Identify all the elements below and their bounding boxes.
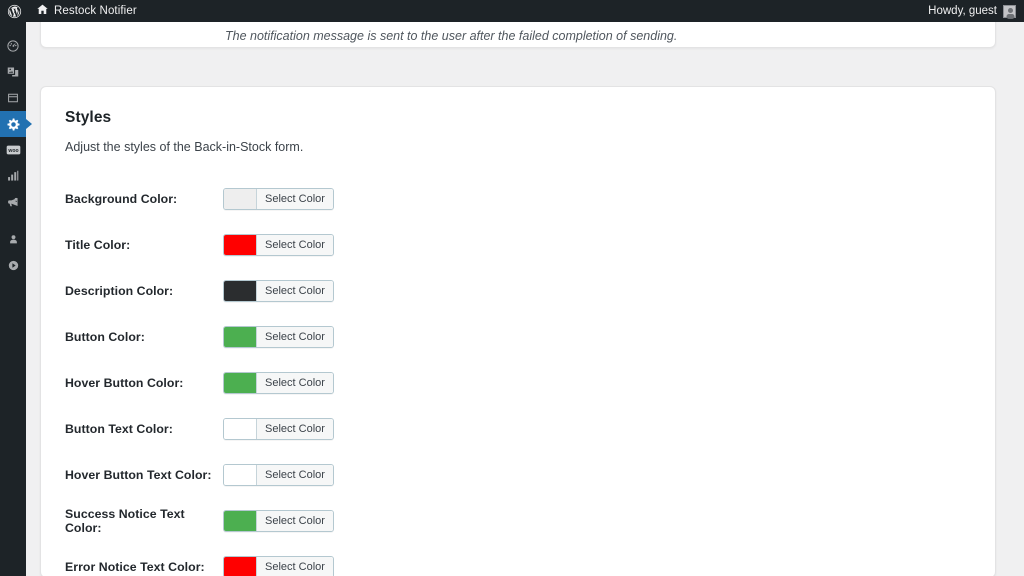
analytics-bar-chart-icon: [6, 169, 20, 183]
greeting-label: Howdy, guest: [928, 5, 997, 17]
media-icon: [6, 65, 20, 79]
site-name-menu[interactable]: Restock Notifier: [29, 0, 144, 22]
color-field-label: Hover Button Color:: [65, 376, 184, 390]
color-field-label: Hover Button Text Color:: [65, 468, 212, 482]
sidebar-item-woocommerce[interactable]: woo: [0, 137, 26, 163]
sidebar-item-marketing[interactable]: [0, 189, 26, 215]
select-color-label: Select Color: [257, 235, 333, 255]
sidebar-item-analytics[interactable]: [0, 163, 26, 189]
color-field-label: Background Color:: [65, 192, 178, 206]
color-swatch[interactable]: [224, 235, 257, 255]
page-content: The notification message is sent to the …: [26, 22, 1024, 576]
color-field-row: Button Color: Select Color: [65, 314, 971, 360]
sidebar-item-pages[interactable]: [0, 85, 26, 111]
admin-screen: Restock Notifier Howdy, guest woo The no…: [0, 0, 1024, 576]
color-field-label: Title Color:: [65, 238, 131, 252]
sidebar-item-dashboard[interactable]: [0, 33, 26, 59]
admin-sidebar-menu: woo: [0, 22, 32, 576]
select-color-label: Select Color: [257, 281, 333, 301]
my-account-menu[interactable]: Howdy, guest: [928, 4, 1024, 18]
select-color-button[interactable]: Select Color: [223, 510, 334, 532]
avatar: [1003, 4, 1016, 18]
color-field-row: Description Color: Select Color: [65, 268, 971, 314]
select-color-button[interactable]: Select Color: [223, 188, 334, 210]
select-color-button[interactable]: Select Color: [223, 234, 334, 256]
color-swatch[interactable]: [224, 419, 257, 439]
color-field-label: Button Color:: [65, 330, 145, 344]
sidebar-item-users[interactable]: [0, 226, 26, 252]
page-title: Styles: [65, 109, 112, 126]
color-swatch[interactable]: [224, 465, 257, 485]
styles-description: Adjust the styles of the Back-in-Stock f…: [65, 140, 304, 154]
admin-bar: Restock Notifier Howdy, guest: [0, 0, 1024, 22]
color-field-row: Hover Button Text Color: Select Color: [65, 452, 971, 498]
color-field-row: Success Notice Text Color: Select Color: [65, 498, 971, 544]
menu-spacer: [0, 215, 26, 226]
play-circle-icon: [7, 259, 20, 272]
color-field-row: Background Color: Select Color: [65, 176, 971, 222]
home-icon: [36, 3, 49, 19]
select-color-label: Select Color: [257, 465, 333, 485]
select-color-label: Select Color: [257, 557, 333, 576]
color-field-row: Button Text Color: Select Color: [65, 406, 971, 452]
select-color-button[interactable]: Select Color: [223, 556, 334, 576]
color-field-row: Error Notice Text Color: Select Color: [65, 544, 971, 576]
color-swatch[interactable]: [224, 281, 257, 301]
sidebar-item-media-player[interactable]: [0, 252, 26, 278]
select-color-label: Select Color: [257, 373, 333, 393]
styles-panel: Styles Adjust the styles of the Back-in-…: [40, 86, 996, 576]
color-swatch[interactable]: [224, 511, 257, 531]
woocommerce-icon: woo: [6, 144, 21, 156]
gear-icon: [6, 117, 21, 132]
color-field-row: Title Color: Select Color: [65, 222, 971, 268]
notification-help-text: The notification message is sent to the …: [225, 29, 678, 43]
select-color-button[interactable]: Select Color: [223, 418, 334, 440]
color-swatch[interactable]: [224, 557, 257, 576]
color-swatch[interactable]: [224, 327, 257, 347]
dashboard-icon: [6, 39, 20, 53]
color-field-label: Success Notice Text Color:: [65, 507, 185, 535]
color-swatch[interactable]: [224, 189, 257, 209]
pages-icon: [6, 91, 20, 105]
notification-message-panel: The notification message is sent to the …: [40, 22, 996, 48]
sidebar-item-media[interactable]: [0, 59, 26, 85]
marketing-megaphone-icon: [6, 195, 20, 209]
select-color-button[interactable]: Select Color: [223, 372, 334, 394]
svg-text:woo: woo: [7, 148, 18, 154]
styles-fields-list: Background Color: Select Color Title Color…: [65, 176, 971, 576]
color-field-label: Error Notice Text Color:: [65, 560, 205, 574]
select-color-button[interactable]: Select Color: [223, 280, 334, 302]
site-title: Restock Notifier: [54, 5, 137, 17]
color-field-row: Hover Button Color: Select Color: [65, 360, 971, 406]
select-color-button[interactable]: Select Color: [223, 326, 334, 348]
wordpress-logo-icon[interactable]: [0, 0, 29, 22]
select-color-label: Select Color: [257, 419, 333, 439]
menu-spacer: [0, 22, 26, 33]
color-field-label: Description Color:: [65, 284, 174, 298]
select-color-label: Select Color: [257, 511, 333, 531]
color-swatch[interactable]: [224, 373, 257, 393]
users-person-icon: [7, 233, 20, 246]
sidebar-item-settings[interactable]: [0, 111, 32, 137]
color-field-label: Button Text Color:: [65, 422, 173, 436]
select-color-label: Select Color: [257, 327, 333, 347]
select-color-button[interactable]: Select Color: [223, 464, 334, 486]
select-color-label: Select Color: [257, 189, 333, 209]
